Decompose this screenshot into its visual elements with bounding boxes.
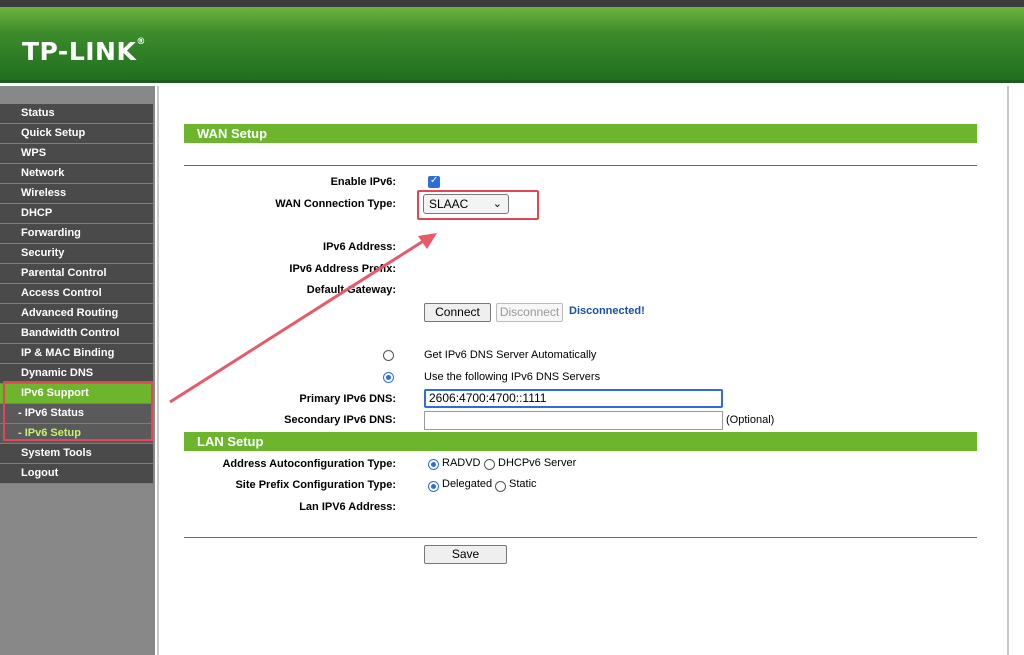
sidebar-item-bandwidth-control[interactable]: Bandwidth Control xyxy=(0,324,153,344)
ipv6-prefix-label: IPv6 Address Prefix: xyxy=(289,263,396,275)
sidebar-item-status[interactable]: Status xyxy=(0,104,153,124)
ipv6-address-label: IPv6 Address: xyxy=(323,241,396,253)
dhcpv6-server-label: DHCPv6 Server xyxy=(498,457,577,469)
dns-manual-radio[interactable] xyxy=(383,372,394,383)
lan-setup-header: LAN Setup xyxy=(184,432,977,451)
sidebar-item-ip-mac-binding[interactable]: IP & MAC Binding xyxy=(0,344,153,364)
sidebar-item-dhcp[interactable]: DHCP xyxy=(0,204,153,224)
sidebar-item-wireless[interactable]: Wireless xyxy=(0,184,153,204)
disconnect-button[interactable]: Disconnect xyxy=(496,303,563,322)
dns-auto-radio[interactable] xyxy=(383,350,394,361)
brand-logo: TP-LINK® xyxy=(22,37,146,66)
wan-divider xyxy=(184,165,977,166)
lan-divider xyxy=(184,537,977,538)
static-label: Static xyxy=(509,478,537,490)
save-button[interactable]: Save xyxy=(424,545,507,564)
primary-dns-label: Primary IPv6 DNS: xyxy=(299,393,396,405)
dns-manual-label: Use the following IPv6 DNS Servers xyxy=(424,371,601,383)
dns-auto-label: Get IPv6 DNS Server Automatically xyxy=(424,349,597,361)
sidebar-item-security[interactable]: Security xyxy=(0,244,153,264)
primary-dns-input[interactable]: 2606:4700:4700::1111 xyxy=(424,389,723,408)
sidebar-item-access-control[interactable]: Access Control xyxy=(0,284,153,304)
wan-setup-header: WAN Setup xyxy=(184,124,977,143)
wan-connection-type-label: WAN Connection Type: xyxy=(275,198,396,210)
sidebar-item-forwarding[interactable]: Forwarding xyxy=(0,224,153,244)
lan-ipv6-address-label: Lan IPV6 Address: xyxy=(299,501,396,513)
optional-hint: (Optional) xyxy=(726,414,775,426)
header-banner: TP-LINK® xyxy=(0,7,1024,83)
browser-top-strip xyxy=(0,0,1024,7)
radvd-radio[interactable] xyxy=(428,459,439,470)
sidebar-item-parental-control[interactable]: Parental Control xyxy=(0,264,153,284)
secondary-dns-label: Secondary IPv6 DNS: xyxy=(284,414,396,426)
delegated-radio[interactable] xyxy=(428,481,439,492)
enable-ipv6-label: Enable IPv6: xyxy=(330,176,396,188)
help-panel xyxy=(1011,86,1024,655)
delegated-label: Delegated xyxy=(442,478,493,490)
default-gateway-label: Default Gateway: xyxy=(306,284,396,296)
dhcpv6-server-radio[interactable] xyxy=(484,459,495,470)
autoconfig-type-label: Address Autoconfiguration Type: xyxy=(222,458,396,470)
sidebar-item-wps[interactable]: WPS xyxy=(0,144,153,164)
sidebar-item-network[interactable]: Network xyxy=(0,164,153,184)
ipv6-menu-highlight-box xyxy=(3,381,153,441)
static-radio[interactable] xyxy=(495,481,506,492)
sidebar-item-system-tools[interactable]: System Tools xyxy=(0,444,153,464)
select-highlight-box xyxy=(417,190,539,220)
connection-status: Disconnected! xyxy=(569,305,645,317)
sidebar-item-quick-setup[interactable]: Quick Setup xyxy=(0,124,153,144)
prefix-config-label: Site Prefix Configuration Type: xyxy=(235,479,396,491)
secondary-dns-input[interactable] xyxy=(424,411,723,430)
sidebar-item-advanced-routing[interactable]: Advanced Routing xyxy=(0,304,153,324)
connect-button[interactable]: Connect xyxy=(424,303,491,322)
radvd-label: RADVD xyxy=(442,457,481,469)
enable-ipv6-checkbox[interactable] xyxy=(428,175,440,188)
sidebar-item-logout[interactable]: Logout xyxy=(0,464,153,484)
